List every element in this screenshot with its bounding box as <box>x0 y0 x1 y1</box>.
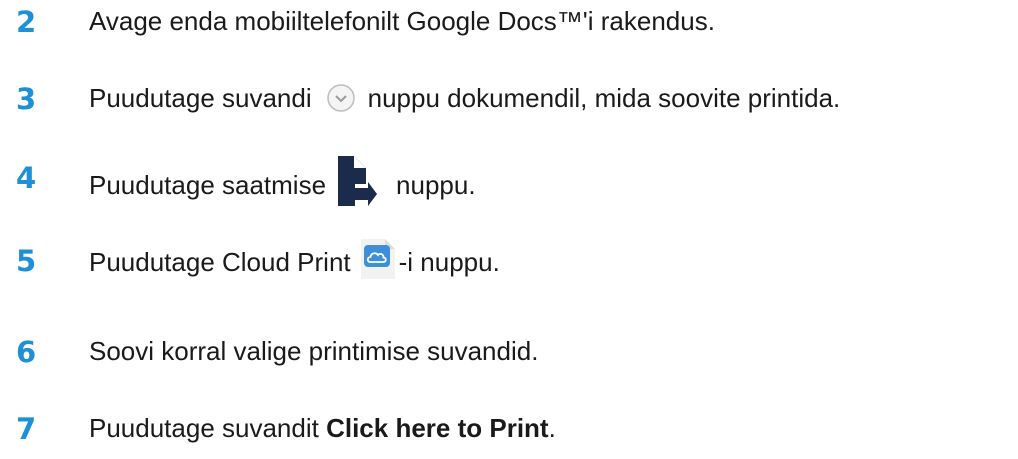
step-number: 2 <box>16 5 37 39</box>
step-5: 5 Puudutage Cloud Print -i nuppu. <box>0 239 1018 281</box>
step-number: 4 <box>16 161 37 195</box>
step-6: 6 Soovi korral valige printimise suvandi… <box>0 332 1018 372</box>
cloud-print-icon <box>360 239 395 279</box>
step-number: 6 <box>16 335 37 369</box>
send-document-icon <box>338 156 378 208</box>
step-text-after: -i nuppu. <box>398 247 500 277</box>
step-text-after: nuppu dokumendil, mida soovite printida. <box>367 83 841 113</box>
step-text: Soovi korral valige printimise suvandid. <box>89 336 538 366</box>
step-text: Puudutage saatmise nuppu. <box>89 156 476 208</box>
step-text: Puudutage suvandi nuppu dokumendil, mida… <box>89 83 840 113</box>
step-text-before: Puudutage suvandi <box>89 83 312 113</box>
step-number: 3 <box>16 82 37 116</box>
step-text-content: Soovi korral valige printimise suvandid. <box>89 336 539 366</box>
print-button-label: Click here to Print <box>326 413 549 443</box>
step-text: Puudutage suvandit Click here to Print . <box>89 413 556 443</box>
step-text-before: Puudutage Cloud Print <box>89 247 351 277</box>
chevron-down-circle-icon <box>326 83 356 113</box>
step-text-after: nuppu. <box>396 170 476 200</box>
step-text: Puudutage Cloud Print -i nuppu. <box>89 239 500 279</box>
step-text: Avage enda mobiiltelefonilt Google Docs™… <box>89 6 715 36</box>
step-4: 4 Puudutage saatmise nuppu. <box>0 156 1018 206</box>
step-2: 2 Avage enda mobiiltelefonilt Google Doc… <box>0 2 1018 42</box>
step-text-content: Avage enda mobiiltelefonilt Google Docs™… <box>89 6 715 36</box>
step-text-before: Puudutage suvandit <box>89 413 327 443</box>
step-7: 7 Puudutage suvandit Click here to Print… <box>0 409 1018 449</box>
step-number: 7 <box>16 412 37 446</box>
step-3: 3 Puudutage suvandi nuppu dokumendil, mi… <box>0 79 1018 119</box>
step-text-before: Puudutage saatmise <box>89 170 327 200</box>
step-number: 5 <box>16 244 37 278</box>
step-text-after: . <box>548 413 556 443</box>
